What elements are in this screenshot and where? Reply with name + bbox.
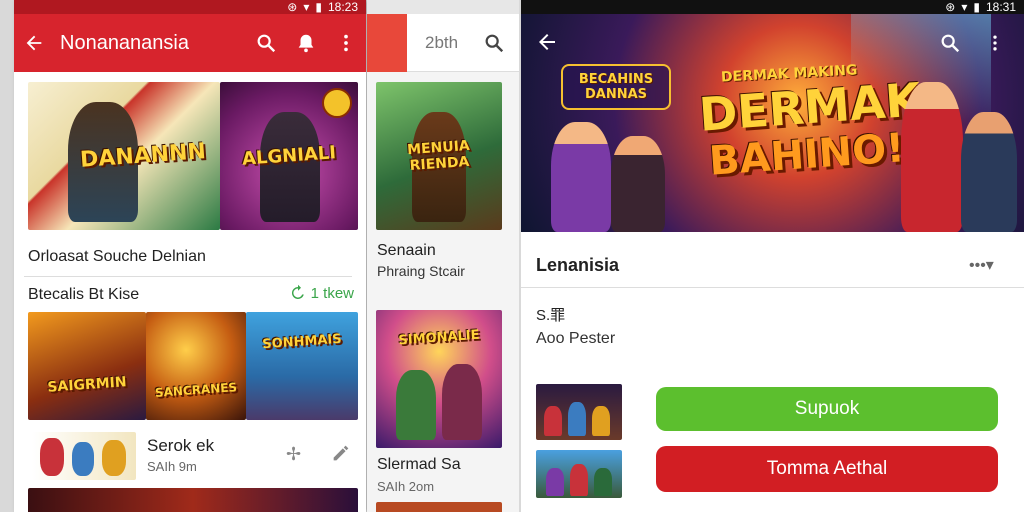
mini-figure — [40, 438, 64, 476]
status-bar: ⊛ ▾ ▮ 18:23 — [14, 0, 366, 14]
author-text: Aoo Pester — [536, 330, 616, 347]
divider — [521, 287, 1024, 288]
mini-figure — [102, 440, 126, 476]
battery-icon: ▮ — [973, 0, 980, 14]
accent-block — [367, 13, 407, 72]
search-button[interactable] — [246, 23, 286, 63]
status-bar-empty — [367, 0, 519, 14]
status-bar: ⊛ ▾ ▮ 18:31 — [521, 0, 1024, 14]
notifications-button[interactable] — [286, 23, 326, 63]
signal-icon: ▾ — [303, 0, 310, 14]
search-results-panel: 2bth MENUIA RIENDA Senaain Phraing Stcai… — [367, 0, 519, 512]
screenshot-thumb-1[interactable] — [536, 384, 622, 440]
hero-figure — [551, 122, 611, 232]
character-figure — [396, 370, 436, 440]
edit-button[interactable] — [330, 442, 352, 464]
install-button[interactable]: Supuok — [656, 387, 998, 431]
list-action-label: 1 tkew — [310, 284, 354, 302]
search-icon — [941, 34, 960, 53]
row-thumbnail — [32, 432, 136, 480]
more-options-button[interactable]: •••▾ — [969, 255, 994, 275]
game-card-partial[interactable] — [28, 488, 358, 512]
pin-button[interactable]: ✢ — [286, 444, 306, 464]
more-vert-icon — [344, 34, 348, 52]
game-card-2[interactable]: ALGNIALI — [220, 82, 358, 230]
hero-figure — [901, 82, 963, 232]
row-title: Serok ek — [147, 436, 215, 455]
row-subtitle: SAIh 9m — [147, 459, 197, 474]
overflow-menu-button[interactable] — [326, 23, 366, 63]
mini-figure — [72, 442, 94, 476]
mini-figure — [594, 468, 612, 496]
status-time: 18:23 — [327, 0, 358, 14]
arrow-left-icon — [26, 35, 42, 51]
game-card-1[interactable]: DANANNN — [28, 82, 220, 230]
arrow-left-icon — [539, 34, 555, 50]
card-logo: MENUIA RIENDA — [406, 137, 471, 175]
divider — [24, 276, 352, 277]
card-logo: SONHMAIS — [261, 331, 343, 353]
signal-icon: ▾ — [961, 0, 968, 14]
app-bar: Nonananansia — [14, 14, 366, 72]
result-card-1[interactable]: MENUIA RIENDA — [376, 82, 502, 230]
battery-icon: ▮ — [315, 0, 322, 14]
result-title-1: Senaain — [377, 242, 436, 259]
mini-figure — [592, 406, 610, 436]
card-logo: SANCRANES — [154, 379, 238, 400]
game-strip-2[interactable]: SANCRANES — [146, 312, 246, 420]
wifi-icon: ⊛ — [945, 0, 956, 14]
mini-figure — [568, 402, 586, 436]
app-detail-panel: ⊛ ▾ ▮ 18:31 BECAHINS DANNAS DERMAK MAKIN… — [521, 0, 1024, 512]
hero-figure — [611, 136, 665, 232]
mini-figure — [544, 406, 562, 436]
search-icon — [257, 34, 276, 53]
section-title: Orloasat Souche Delnian — [28, 248, 206, 265]
overflow-menu-button[interactable] — [985, 32, 1005, 56]
search-query: 2bth — [425, 32, 459, 52]
search-bar[interactable]: 2bth — [367, 13, 519, 72]
search-icon[interactable] — [483, 32, 505, 54]
page-title: Nonananansia — [60, 31, 189, 54]
result-title-2: Slermad Sa — [377, 456, 461, 473]
screenshot-thumb-2[interactable] — [536, 450, 622, 498]
refresh-icon — [291, 284, 304, 299]
app-name: Lenanisia — [536, 255, 620, 275]
app-list-panel: ⊛ ▾ ▮ 18:23 Nonananansia DANANNN ALGNIAL… — [14, 0, 366, 512]
cancel-button[interactable]: Tomma Aethal — [656, 446, 998, 492]
more-vert-icon — [993, 35, 997, 51]
list-action[interactable]: 1 tkew — [289, 284, 354, 302]
search-button[interactable] — [939, 32, 963, 56]
mini-figure — [570, 464, 588, 496]
badge-icon — [322, 88, 352, 118]
game-strip-1[interactable]: SAIGRMIN — [28, 312, 146, 420]
back-button[interactable] — [535, 30, 563, 58]
list-header: Btecalis Bt Kise — [28, 286, 140, 303]
screen: ⊛ ▾ ▮ 18:23 Nonananansia DANANNN ALGNIAL… — [0, 0, 1024, 512]
bell-icon — [298, 34, 314, 53]
result-sub-2: SAIh 2om — [377, 479, 435, 494]
banner-logo: BECAHINS DANNAS — [561, 64, 671, 110]
result-card-partial[interactable] — [376, 502, 502, 512]
hero-figure — [961, 112, 1017, 232]
card-logo: SIMONALIE — [398, 327, 480, 348]
status-time: 18:31 — [985, 0, 1016, 14]
rating-text: S.罪 — [536, 307, 566, 324]
back-button[interactable] — [14, 23, 54, 63]
card-logo: ALGNIALI — [241, 142, 337, 170]
wifi-icon: ⊛ — [287, 0, 298, 14]
result-sub-1: Phraing Stcair — [377, 263, 465, 279]
pencil-icon — [333, 445, 349, 461]
mini-figure — [546, 468, 564, 496]
character-figure — [442, 364, 482, 440]
card-logo: SAIGRMIN — [46, 374, 128, 397]
game-strip-3[interactable]: SONHMAIS — [246, 312, 358, 420]
result-card-2[interactable]: SIMONALIE — [376, 310, 502, 448]
